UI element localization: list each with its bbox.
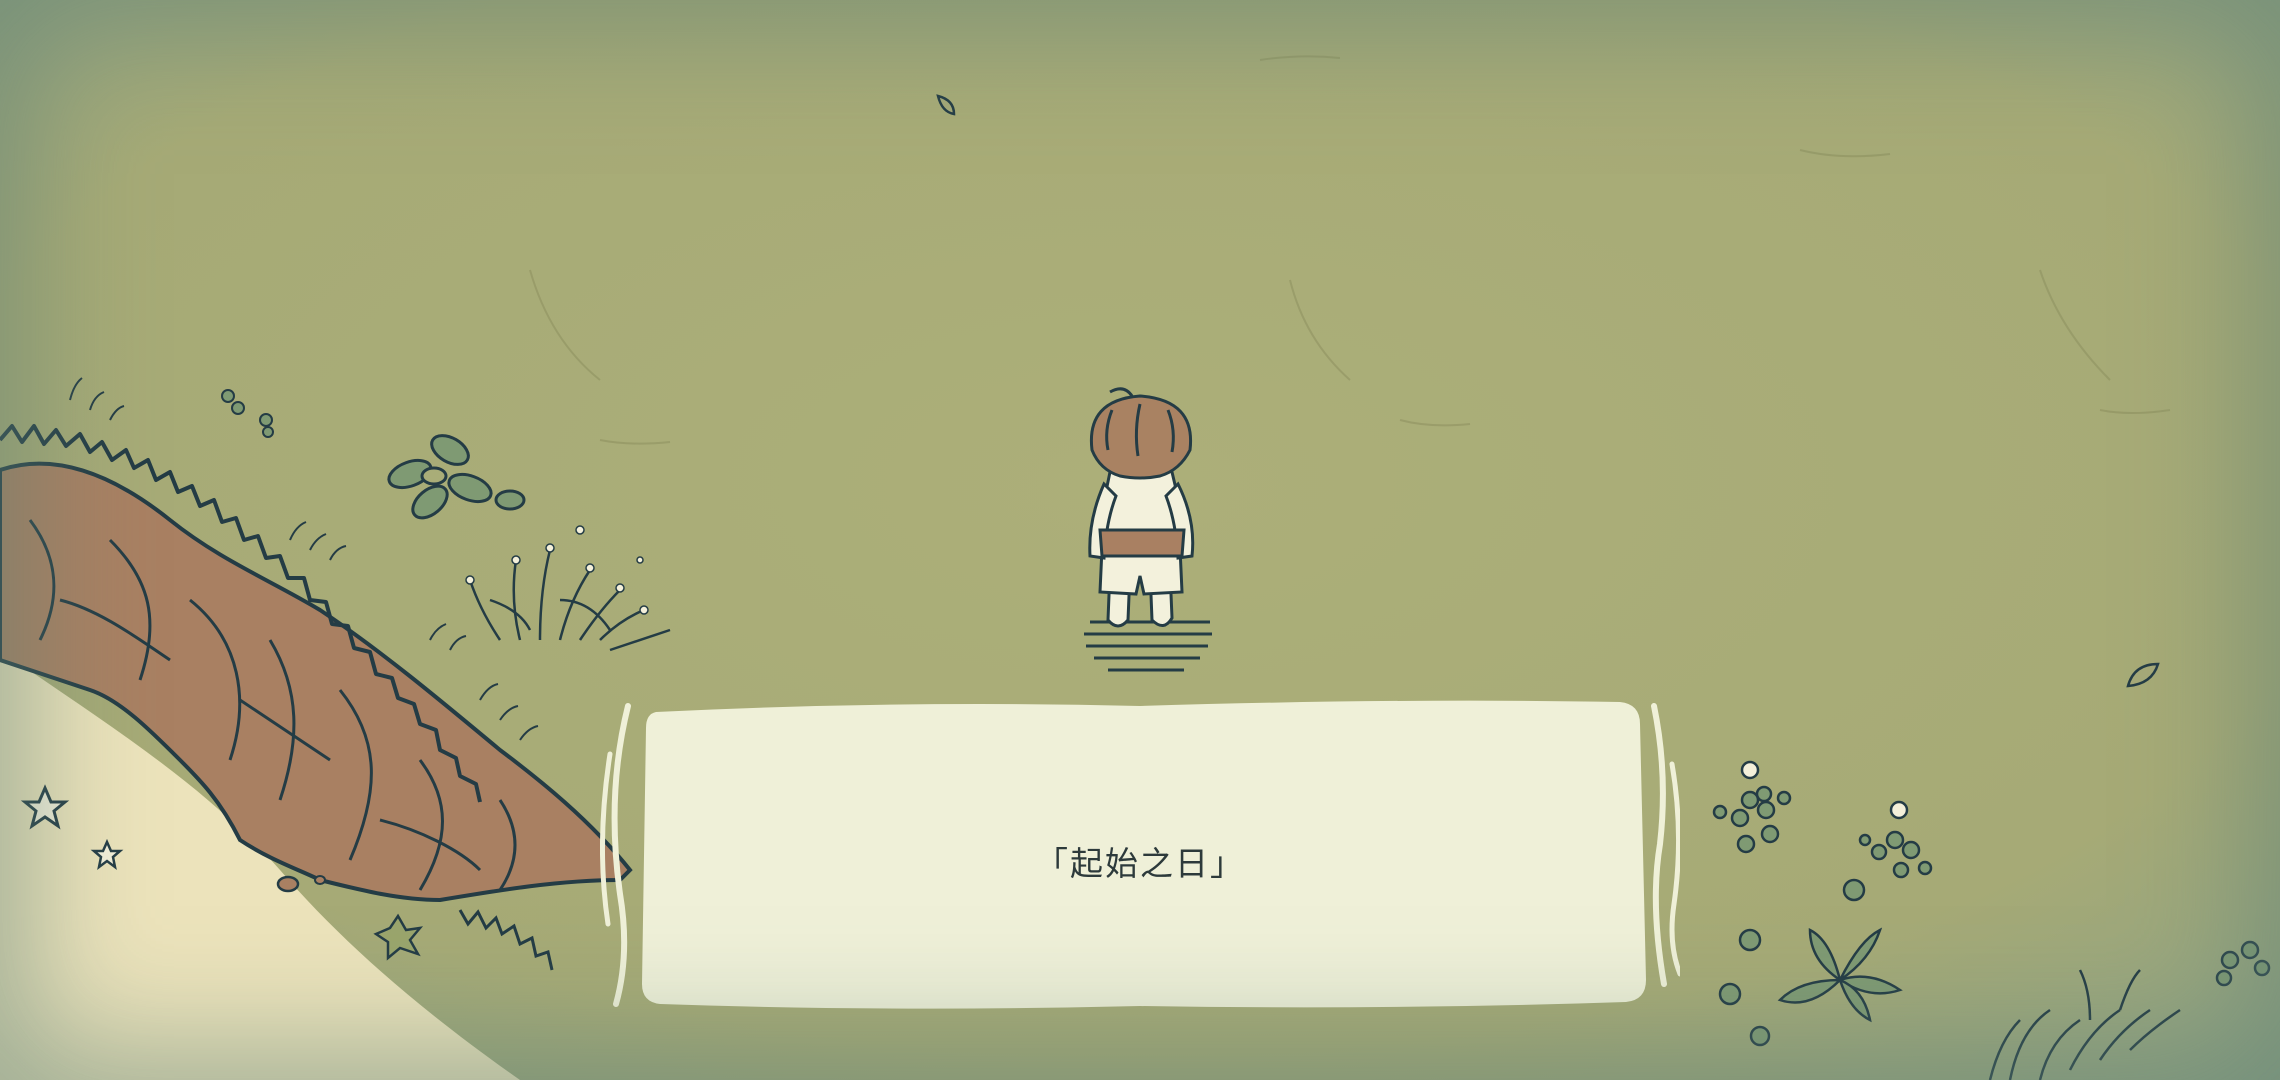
caption-text: 「起始之日」 [1035,844,1245,883]
caption-dialog: 「起始之日」 [600,694,1680,1020]
game-scene: 「起始之日」 [0,0,2280,1080]
